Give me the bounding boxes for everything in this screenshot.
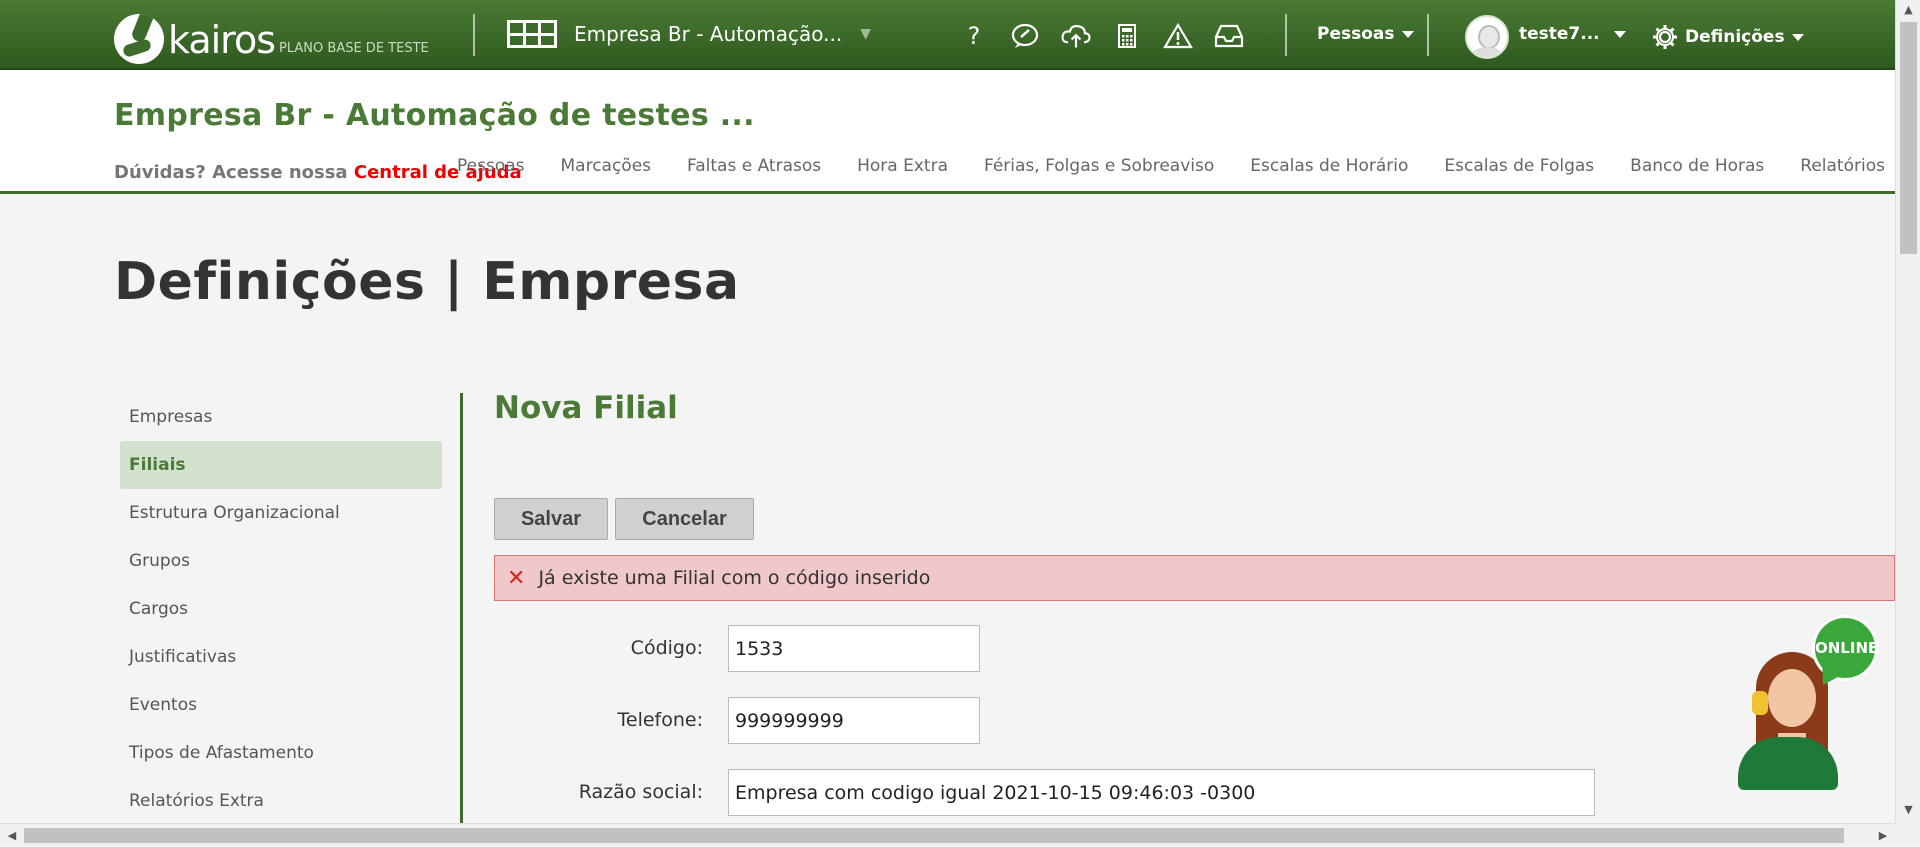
chevron-down-icon: ▼ xyxy=(860,26,871,42)
cloud-upload-icon[interactable] xyxy=(1060,22,1092,50)
phone-label: Telefone: xyxy=(617,709,703,731)
people-menu[interactable]: Pessoas xyxy=(1317,24,1414,44)
vertical-scrollbar[interactable]: ▲ ▼ xyxy=(1895,0,1920,823)
gear-icon xyxy=(1653,25,1677,49)
people-menu-label: Pessoas xyxy=(1317,24,1395,44)
user-menu[interactable]: teste7... xyxy=(1519,24,1626,44)
nav-relatorios[interactable]: Relatórios xyxy=(1800,156,1885,176)
user-name: teste7... xyxy=(1519,24,1600,44)
company-selector[interactable]: Empresa Br - Automação... ▼ xyxy=(507,20,871,48)
plan-label: PLANO BASE DE TESTE xyxy=(279,41,429,56)
main-nav: Pessoas Marcações Faltas e Atrasos Hora … xyxy=(457,156,1885,176)
form-title: Nova Filial xyxy=(494,390,678,426)
caret-down-icon xyxy=(1401,30,1414,38)
settings-sidebar: Empresas Filiais Estrutura Organizaciona… xyxy=(120,393,442,825)
settings-menu-label: Definições xyxy=(1685,27,1785,47)
close-icon: ✕ xyxy=(507,565,526,591)
sidebar-item-filiais[interactable]: Filiais xyxy=(120,441,442,489)
top-icon-toolbar: ? xyxy=(958,22,1245,50)
code-field[interactable] xyxy=(728,625,980,672)
sidebar-item-empresas[interactable]: Empresas xyxy=(120,393,442,441)
caret-down-icon xyxy=(1791,33,1804,41)
company-name-label: Razão social: xyxy=(578,781,703,803)
caret-down-icon xyxy=(1613,30,1626,38)
divider xyxy=(473,14,475,56)
company-grid-icon xyxy=(507,20,557,48)
nav-marcacoes[interactable]: Marcações xyxy=(561,156,652,176)
online-status-badge: ONLINE xyxy=(1812,615,1878,681)
scroll-down-icon[interactable]: ▼ xyxy=(1896,800,1920,820)
scroll-left-icon[interactable]: ◀ xyxy=(2,824,22,847)
scroll-up-icon[interactable]: ▲ xyxy=(1896,0,1920,20)
horizontal-scrollbar[interactable]: ◀ ▶ xyxy=(0,823,1895,846)
nav-escalas-horario[interactable]: Escalas de Horário xyxy=(1250,156,1408,176)
divider xyxy=(1285,14,1287,56)
cancel-button[interactable]: Cancelar xyxy=(615,498,754,540)
sidebar-item-tipos-afastamento[interactable]: Tipos de Afastamento xyxy=(120,729,442,777)
phone-field[interactable] xyxy=(728,697,980,744)
page-header: Empresa Br - Automação de testes ... Dúv… xyxy=(0,70,1895,194)
scroll-right-icon[interactable]: ▶ xyxy=(1873,824,1893,847)
error-message: Já existe uma Filial com o código inseri… xyxy=(538,567,931,589)
nav-hora-extra[interactable]: Hora Extra xyxy=(857,156,948,176)
save-button[interactable]: Salvar xyxy=(494,498,608,540)
help-prefix: Dúvidas? Acesse nossa xyxy=(114,162,348,183)
company-title: Empresa Br - Automação de testes ... xyxy=(114,98,755,133)
sidebar-divider xyxy=(460,393,463,823)
scrollbar-corner xyxy=(1895,823,1920,846)
kairos-logo-icon xyxy=(114,14,164,64)
chat-widget[interactable]: ONLINE xyxy=(1734,615,1878,790)
nav-banco-horas[interactable]: Banco de Horas xyxy=(1630,156,1764,176)
nav-faltas-atrasos[interactable]: Faltas e Atrasos xyxy=(687,156,821,176)
error-alert: ✕ Já existe uma Filial com o código inse… xyxy=(494,555,1895,601)
settings-menu[interactable]: Definições xyxy=(1652,24,1804,50)
headset-icon xyxy=(1752,691,1768,715)
sidebar-item-relatorios-extra[interactable]: Relatórios Extra xyxy=(120,777,442,825)
nav-ferias-folgas[interactable]: Férias, Folgas e Sobreaviso xyxy=(984,156,1214,176)
code-label: Código: xyxy=(630,637,703,659)
nav-pessoas[interactable]: Pessoas xyxy=(457,156,525,176)
sidebar-item-eventos[interactable]: Eventos xyxy=(120,681,442,729)
divider xyxy=(1427,14,1429,56)
sidebar-item-justificativas[interactable]: Justificativas xyxy=(120,633,442,681)
inbox-icon[interactable] xyxy=(1213,22,1245,50)
avatar[interactable] xyxy=(1465,15,1509,59)
top-bar: kairos PLANO BASE DE TESTE Empresa Br - … xyxy=(0,0,1895,70)
sidebar-item-estrutura-organizacional[interactable]: Estrutura Organizacional xyxy=(120,489,442,537)
warning-icon[interactable] xyxy=(1162,22,1194,50)
nav-escalas-folgas[interactable]: Escalas de Folgas xyxy=(1444,156,1594,176)
help-icon[interactable]: ? xyxy=(958,22,990,50)
page-title: Definições | Empresa xyxy=(114,252,740,312)
company-selector-label: Empresa Br - Automação... xyxy=(574,22,843,46)
calculator-icon[interactable] xyxy=(1111,22,1143,50)
sidebar-item-cargos[interactable]: Cargos xyxy=(120,585,442,633)
kairos-logo[interactable]: kairos PLANO BASE DE TESTE xyxy=(114,6,429,64)
horizontal-scroll-thumb[interactable] xyxy=(24,828,1844,843)
logo-text: kairos xyxy=(168,18,276,62)
company-name-field[interactable] xyxy=(728,769,1595,816)
feedback-icon[interactable] xyxy=(1009,22,1041,50)
vertical-scroll-thumb[interactable] xyxy=(1900,22,1917,254)
sidebar-item-grupos[interactable]: Grupos xyxy=(120,537,442,585)
